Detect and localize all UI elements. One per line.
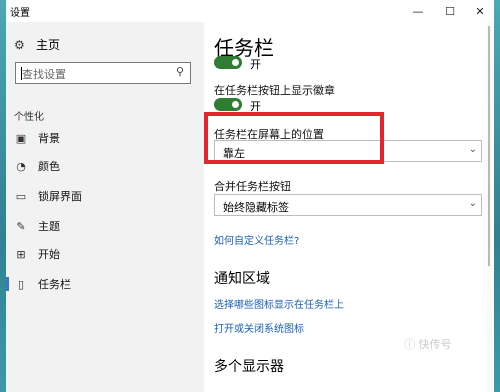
chevron-down-icon: ⌄ <box>468 198 477 209</box>
start-icon: ⊞ <box>16 247 26 261</box>
badge-toggle-state: 开 <box>250 100 261 113</box>
dropdown-value: 始终隐藏标签 <box>223 201 289 214</box>
palette-icon: ◔ <box>16 159 26 173</box>
sidebar-item-label: 开始 <box>38 248 60 261</box>
combine-buttons-dropdown[interactable]: 始终隐藏标签 ⌄ <box>214 194 482 216</box>
sidebar-item-label: 主题 <box>38 220 60 233</box>
choose-icons-link[interactable]: 选择哪些图标显示在任务栏上 <box>214 296 344 311</box>
home-label: 主页 <box>36 38 61 52</box>
maximize-button[interactable]: ☐ <box>436 0 464 22</box>
sidebar-item-label: 锁屏界面 <box>38 190 82 203</box>
toggle-state-label: 开 <box>250 58 261 71</box>
active-indicator <box>6 277 9 291</box>
home-icon: ⚙ <box>14 37 25 52</box>
text-cursor <box>21 67 22 80</box>
sidebar-item-colors[interactable]: ◔ 颜色 <box>6 152 204 180</box>
search-input[interactable]: 查找设置 ⚲ <box>15 62 191 84</box>
toggle-switch[interactable] <box>214 56 242 69</box>
sidebar-item-label: 颜色 <box>38 160 60 173</box>
notification-area-heading: 通知区域 <box>214 271 270 287</box>
search-placeholder: 查找设置 <box>22 68 66 81</box>
sidebar-item-themes[interactable]: ✎ 主题 <box>6 212 204 240</box>
sidebar-item-start[interactable]: ⊞ 开始 <box>6 240 204 268</box>
close-button[interactable]: ✕ <box>466 0 494 22</box>
scrollbar[interactable] <box>486 22 492 392</box>
toggle-knob <box>232 59 239 66</box>
sidebar-item-label: 任务栏 <box>38 278 71 291</box>
sidebar: ⚙ 主页 查找设置 ⚲ 个性化 ▣ 背景 ◔ 颜色 ▭ 锁屏界面 ✎ 主题 ⊞ … <box>6 22 204 392</box>
customize-taskbar-link[interactable]: 如何自定义任务栏? <box>214 232 299 247</box>
combine-setting-label: 合并任务栏按钮 <box>214 180 291 193</box>
sidebar-group-label: 个性化 <box>14 112 44 123</box>
multiple-displays-heading: 多个显示器 <box>214 359 284 375</box>
scroll-thumb[interactable] <box>488 26 490 266</box>
taskbar-position-dropdown[interactable]: 靠左 ⌄ <box>214 140 482 162</box>
desktop-background-right <box>494 0 500 392</box>
badge-setting-label: 在任务栏按钮上显示徽章 <box>214 84 335 97</box>
lock-screen-icon: ▭ <box>15 189 27 203</box>
image-icon: ▣ <box>15 131 27 145</box>
dropdown-value: 靠左 <box>223 147 245 160</box>
minimize-button[interactable]: — <box>404 0 432 22</box>
settings-window: 设置 — ☐ ✕ ⚙ 主页 查找设置 ⚲ 个性化 ▣ 背景 ◔ 颜色 ▭ 锁屏界… <box>6 0 494 392</box>
chevron-down-icon: ⌄ <box>468 144 477 155</box>
watermark: ⓘ 快传号 <box>404 338 452 351</box>
window-title: 设置 <box>10 8 30 19</box>
search-icon[interactable]: ⚲ <box>176 65 184 78</box>
system-icons-link[interactable]: 打开或关闭系统图标 <box>214 320 304 335</box>
theme-icon: ✎ <box>16 219 26 233</box>
title-bar[interactable]: 设置 — ☐ ✕ <box>6 0 494 22</box>
badge-toggle-switch[interactable] <box>214 98 242 111</box>
taskbar-icon: ▯ <box>17 277 25 291</box>
sidebar-item-lock-screen[interactable]: ▭ 锁屏界面 <box>6 182 204 210</box>
sidebar-home[interactable]: ⚙ 主页 <box>14 36 60 53</box>
sidebar-item-background[interactable]: ▣ 背景 <box>6 124 204 152</box>
toggle-knob <box>232 101 239 108</box>
sidebar-item-taskbar[interactable]: ▯ 任务栏 <box>6 270 204 298</box>
sidebar-item-label: 背景 <box>38 132 60 145</box>
